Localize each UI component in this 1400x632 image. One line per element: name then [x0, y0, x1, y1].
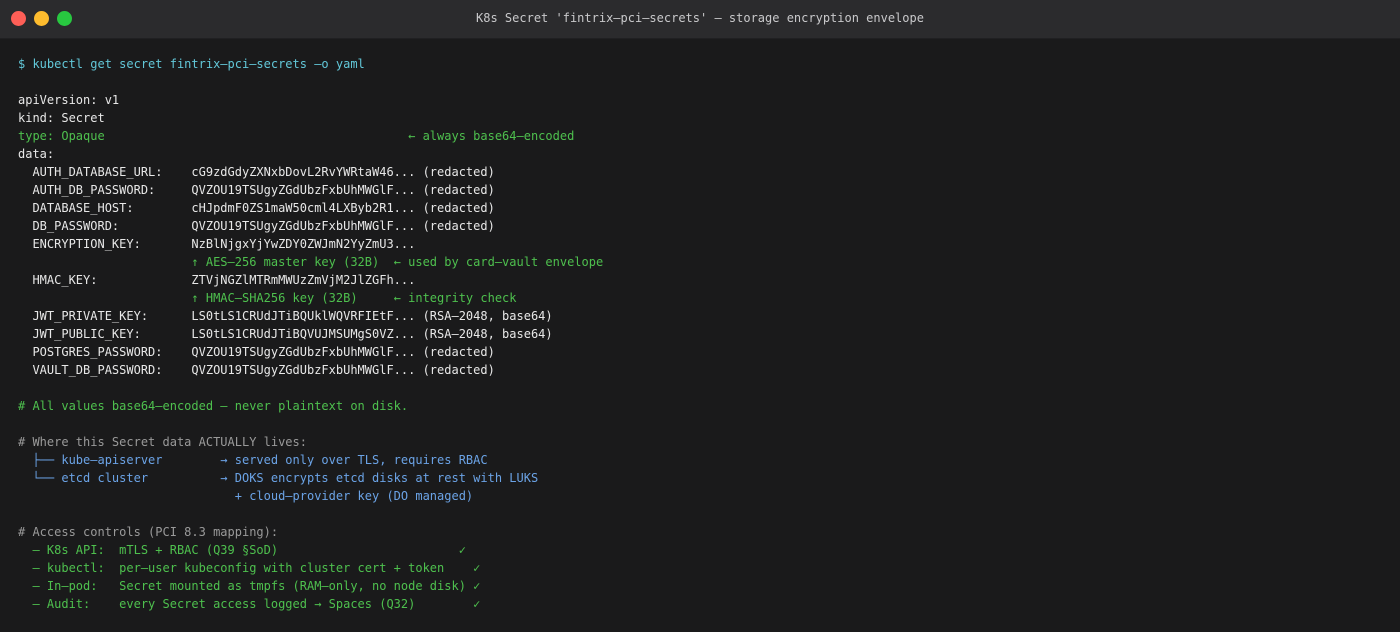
- terminal-line: └── etcd cluster → DOKS encrypts etcd di…: [18, 471, 539, 485]
- terminal-line: + cloud–provider key (DO managed): [18, 489, 474, 503]
- terminal-line: type: Opaque ← always base64–encoded: [18, 129, 575, 143]
- terminal-line: – Audit: every Secret access logged → Sp…: [18, 597, 481, 611]
- terminal-line: apiVersion: v1: [18, 93, 120, 107]
- terminal-line: DATABASE_HOST: cHJpdmF0ZS1maW50cml4LXByb…: [18, 201, 495, 215]
- terminal-line: – kubectl: per–user kubeconfig with clus…: [18, 561, 481, 575]
- terminal-line: ↑ HMAC–SHA256 key (32B) ← integrity chec…: [18, 291, 517, 305]
- terminal-line: – In–pod: Secret mounted as tmpfs (RAM–o…: [18, 579, 481, 593]
- terminal-line: ENCRYPTION_KEY: NzBlNjgxYjYwZDY0ZWJmN2Yy…: [18, 237, 416, 251]
- terminal-line: – K8s API: mTLS + RBAC (Q39 §SoD) ✓: [18, 543, 466, 557]
- terminal-line: ↑ AES–256 master key (32B) ← used by car…: [18, 255, 604, 269]
- terminal-output[interactable]: $ kubectl get secret fintrix–pci–secrets…: [18, 55, 1382, 613]
- title-bar[interactable]: K8s Secret 'fintrix–pci–secrets' — stora…: [0, 0, 1400, 39]
- terminal-line: POSTGRES_PASSWORD: QVZOU19TSUgyZGdUbzFxb…: [18, 345, 495, 359]
- terminal-line: AUTH_DATABASE_URL: cG9zdGdyZXNxbDovL2RvY…: [18, 165, 495, 179]
- terminal-line: ├── kube–apiserver → served only over TL…: [18, 453, 488, 467]
- terminal-line: $ kubectl get secret fintrix–pci–secrets…: [18, 57, 365, 71]
- terminal-window: K8s Secret 'fintrix–pci–secrets' — stora…: [0, 0, 1400, 632]
- terminal-line: # All values base64–encoded — never plai…: [18, 399, 409, 413]
- terminal-line: DB_PASSWORD: QVZOU19TSUgyZGdUbzFxbUhMWGl…: [18, 219, 495, 233]
- terminal-line: HMAC_KEY: ZTVjNGZlMTRmMWUzZmVjM2JlZGFh..…: [18, 273, 416, 287]
- terminal-line: data:: [18, 147, 55, 161]
- terminal-line: JWT_PRIVATE_KEY: LS0tLS1CRUdJTiBQUklWQVR…: [18, 309, 553, 323]
- terminal-line: # Access controls (PCI 8.3 mapping):: [18, 525, 279, 539]
- terminal-line: VAULT_DB_PASSWORD: QVZOU19TSUgyZGdUbzFxb…: [18, 363, 495, 377]
- terminal-line: # Where this Secret data ACTUALLY lives:: [18, 435, 307, 449]
- terminal-line: JWT_PUBLIC_KEY: LS0tLS1CRUdJTiBQVUJMSUMg…: [18, 327, 553, 341]
- window-title: K8s Secret 'fintrix–pci–secrets' — stora…: [476, 11, 924, 25]
- terminal-line: AUTH_DB_PASSWORD: QVZOU19TSUgyZGdUbzFxbU…: [18, 183, 495, 197]
- terminal-line: kind: Secret: [18, 111, 105, 125]
